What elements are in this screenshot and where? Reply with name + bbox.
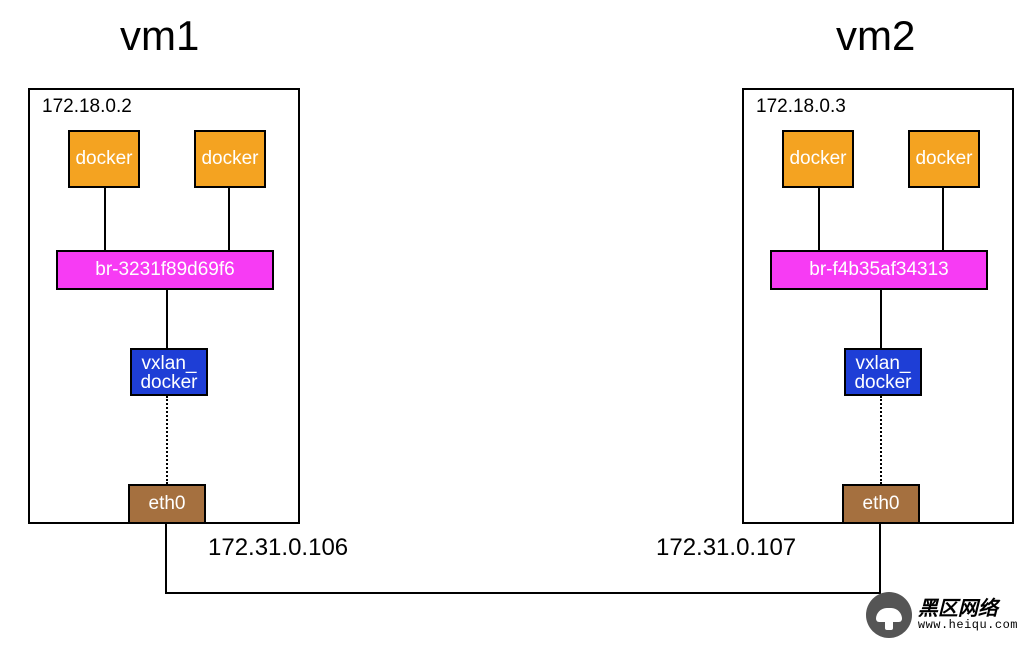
vm2-line-docker-left-bridge [818,188,820,250]
vm1-line-docker-left-bridge [104,188,106,250]
watermark-cn: 黑区网络 [918,599,1018,619]
vm2-box: 172.18.0.3 docker docker br-f4b35af34313… [742,88,1014,524]
vm1-title: vm1 [120,12,199,60]
net-line-vm2-down [879,522,881,594]
vm2-line-vxlan-eth [880,396,882,484]
vm1-line-vxlan-eth [166,396,168,484]
watermark-url: www.heiqu.com [918,619,1018,631]
vm2-docker-left: docker [782,130,854,188]
watermark-logo-icon [866,592,912,638]
vm1-overlay-ip: 172.18.0.2 [42,96,132,118]
net-line-horizontal [165,592,881,594]
vm1-line-bridge-vxlan [166,290,168,348]
vm2-title: vm2 [836,12,915,60]
vm2-vxlan: vxlan_docker [844,348,922,396]
net-line-vm1-down [165,522,167,594]
vm2-host-ip: 172.31.0.107 [656,534,796,562]
vm1-vxlan: vxlan_docker [130,348,208,396]
vm1-docker-right: docker [194,130,266,188]
watermark: 黑区网络 www.heiqu.com [866,592,1018,638]
vm1-docker-left: docker [68,130,140,188]
vm1-eth0: eth0 [128,484,206,524]
vm1-line-docker-right-bridge [228,188,230,250]
vm2-line-bridge-vxlan [880,290,882,348]
vm1-bridge: br-3231f89d69f6 [56,250,274,290]
vm2-line-docker-right-bridge [942,188,944,250]
vm1-host-ip: 172.31.0.106 [208,534,348,562]
vm2-overlay-ip: 172.18.0.3 [756,96,846,118]
vm1-box: 172.18.0.2 docker docker br-3231f89d69f6… [28,88,300,524]
vm2-docker-right: docker [908,130,980,188]
vm2-bridge: br-f4b35af34313 [770,250,988,290]
vm2-eth0: eth0 [842,484,920,524]
